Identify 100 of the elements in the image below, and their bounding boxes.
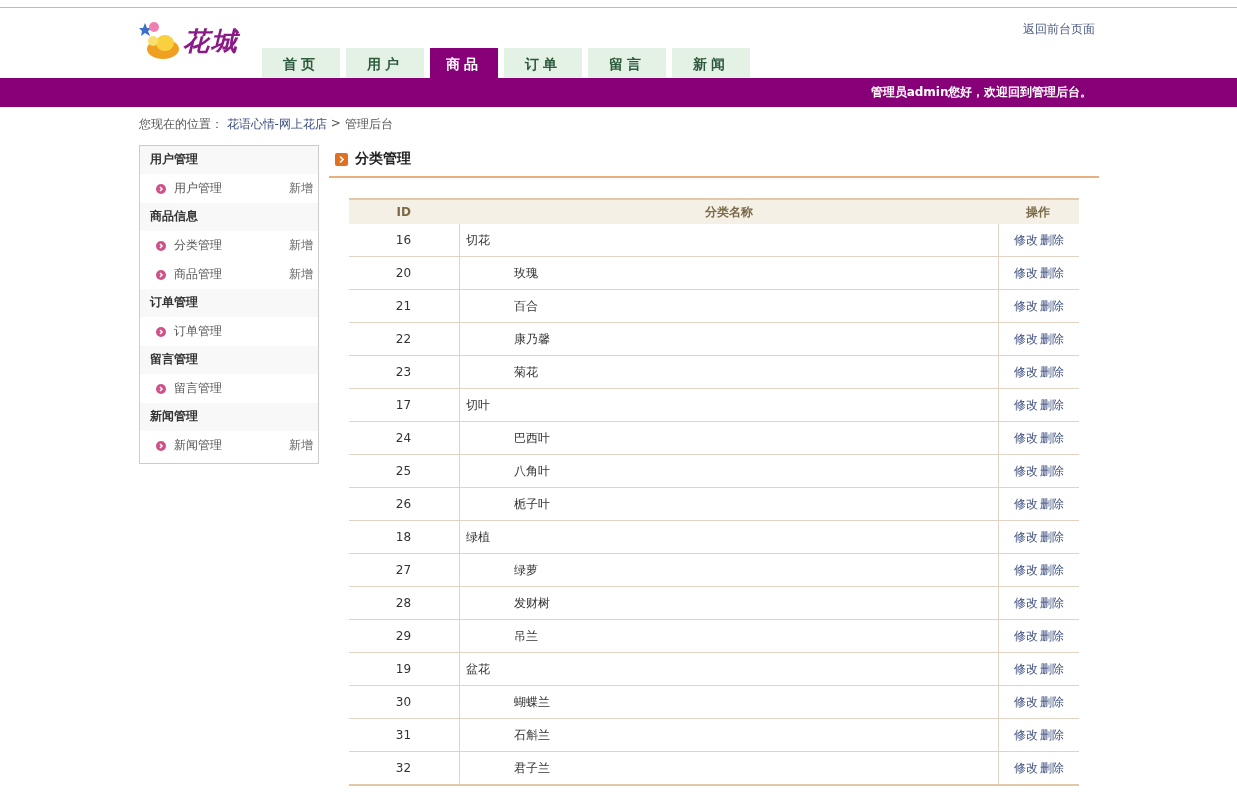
sidebar-item[interactable]: 新闻管理 bbox=[173, 437, 289, 454]
sidebar-item[interactable]: 商品管理 bbox=[173, 266, 289, 283]
table-cell: 16 bbox=[348, 224, 459, 257]
sidebar-heading: 新闻管理 bbox=[139, 403, 318, 431]
action-link[interactable]: 修改 bbox=[1013, 265, 1038, 280]
table-cell: 20 bbox=[348, 256, 459, 290]
nav-tab[interactable]: 留言 bbox=[587, 48, 666, 78]
sidebar-heading: 商品信息 bbox=[139, 203, 318, 231]
action-link[interactable]: 删除 bbox=[1039, 232, 1064, 247]
action-link[interactable]: 删除 bbox=[1039, 331, 1064, 346]
action-link[interactable]: 修改 bbox=[1013, 760, 1038, 775]
nav-tab[interactable]: 订单 bbox=[503, 48, 582, 78]
table-cell: 23 bbox=[348, 355, 459, 389]
nav-tab[interactable]: 商品 bbox=[429, 48, 498, 78]
table-cell: 绿植 bbox=[459, 520, 998, 554]
table-cell: 29 bbox=[348, 619, 459, 653]
action-link[interactable]: 修改 bbox=[1013, 463, 1038, 478]
table-cell: 绿萝 bbox=[459, 553, 998, 587]
table-cell: 切花 bbox=[459, 224, 998, 257]
nav-tab[interactable]: 首页 bbox=[261, 48, 340, 78]
action-link[interactable]: 修改 bbox=[1013, 397, 1038, 412]
section-title: 分类管理 bbox=[354, 150, 411, 168]
action-link[interactable]: 修改 bbox=[1013, 298, 1038, 313]
table-cell: 18 bbox=[348, 520, 459, 554]
table-cell: 17 bbox=[348, 388, 459, 422]
action-link[interactable]: 删除 bbox=[1039, 430, 1064, 445]
table-cell: 28 bbox=[348, 586, 459, 620]
table-cell: 君子兰 bbox=[459, 751, 998, 785]
table-cell: 八角叶 bbox=[459, 454, 998, 488]
table-cell: 菊花 bbox=[459, 355, 998, 389]
sidebar-heading: 留言管理 bbox=[139, 346, 318, 374]
breadcrumb-separator: > bbox=[330, 116, 341, 132]
action-link[interactable]: 修改 bbox=[1013, 661, 1038, 676]
bullet-icon bbox=[155, 240, 166, 251]
action-link[interactable]: 删除 bbox=[1039, 265, 1064, 280]
nav-tab[interactable]: 用户 bbox=[345, 48, 424, 78]
table-cell: 31 bbox=[348, 718, 459, 752]
action-link[interactable]: 删除 bbox=[1039, 595, 1064, 610]
bullet-icon bbox=[155, 326, 166, 337]
action-link[interactable]: 修改 bbox=[1013, 694, 1038, 709]
action-link[interactable]: 删除 bbox=[1039, 463, 1064, 478]
action-link[interactable]: 修改 bbox=[1013, 595, 1038, 610]
table-cell: 玫瑰 bbox=[459, 256, 998, 290]
table-cell: 盆花 bbox=[459, 652, 998, 686]
table-cell: 32 bbox=[348, 751, 459, 785]
sidebar-heading: 订单管理 bbox=[139, 289, 318, 317]
add-link[interactable]: 新增 bbox=[288, 266, 313, 283]
action-link[interactable]: 删除 bbox=[1039, 694, 1064, 709]
back-link[interactable]: 返回前台页面 bbox=[1022, 21, 1095, 38]
add-link[interactable]: 新增 bbox=[288, 437, 313, 454]
sidebar-item[interactable]: 留言管理 bbox=[173, 380, 313, 397]
action-link[interactable]: 删除 bbox=[1039, 496, 1064, 511]
action-link[interactable]: 修改 bbox=[1013, 562, 1038, 577]
table-cell: 切叶 bbox=[459, 388, 998, 422]
table-cell: 19 bbox=[348, 652, 459, 686]
table-cell: 巴西叶 bbox=[459, 421, 998, 455]
breadcrumb-label: 您现在的位置： bbox=[138, 116, 223, 133]
add-link[interactable]: 新增 bbox=[288, 180, 313, 197]
action-link[interactable]: 修改 bbox=[1013, 727, 1038, 742]
action-link[interactable]: 删除 bbox=[1039, 364, 1064, 379]
column-header: 分类名称 bbox=[459, 199, 998, 224]
action-link[interactable]: 删除 bbox=[1039, 529, 1064, 544]
action-link[interactable]: 修改 bbox=[1013, 496, 1038, 511]
bullet-icon bbox=[155, 183, 166, 194]
sidebar-item[interactable]: 用户管理 bbox=[173, 180, 289, 197]
breadcrumb-link[interactable]: 花语心情-网上花店 bbox=[226, 116, 327, 133]
sidebar-item[interactable]: 订单管理 bbox=[173, 323, 313, 340]
bullet-icon bbox=[155, 383, 166, 394]
logo-text: 花城 bbox=[182, 24, 239, 58]
action-link[interactable]: 删除 bbox=[1039, 727, 1064, 742]
action-link[interactable]: 删除 bbox=[1039, 760, 1064, 775]
table-cell: 康乃馨 bbox=[459, 322, 998, 356]
action-link[interactable]: 修改 bbox=[1013, 232, 1038, 247]
sidebar-item[interactable]: 分类管理 bbox=[173, 237, 289, 254]
table-cell: 栀子叶 bbox=[459, 487, 998, 521]
table-cell: 蝴蝶兰 bbox=[459, 685, 998, 719]
table-cell: 24 bbox=[348, 421, 459, 455]
action-link[interactable]: 修改 bbox=[1013, 628, 1038, 643]
bullet-icon bbox=[155, 269, 166, 280]
table-cell: 百合 bbox=[459, 289, 998, 323]
action-link[interactable]: 修改 bbox=[1013, 331, 1038, 346]
bullet-icon bbox=[155, 440, 166, 451]
action-link[interactable]: 修改 bbox=[1013, 430, 1038, 445]
table-cell: 27 bbox=[348, 553, 459, 587]
table-cell: 22 bbox=[348, 322, 459, 356]
action-link[interactable]: 修改 bbox=[1013, 364, 1038, 379]
column-header: ID bbox=[348, 199, 459, 224]
action-link[interactable]: 删除 bbox=[1039, 298, 1064, 313]
nav-tab[interactable]: 新闻 bbox=[671, 48, 750, 78]
sidebar-heading: 用户管理 bbox=[139, 146, 318, 174]
column-header: 操作 bbox=[998, 199, 1079, 224]
action-link[interactable]: 删除 bbox=[1039, 628, 1064, 643]
action-link[interactable]: 修改 bbox=[1013, 529, 1038, 544]
table-cell: 发财树 bbox=[459, 586, 998, 620]
add-link[interactable]: 新增 bbox=[288, 237, 313, 254]
table-cell: 吊兰 bbox=[459, 619, 998, 653]
action-link[interactable]: 删除 bbox=[1039, 397, 1064, 412]
action-link[interactable]: 删除 bbox=[1039, 661, 1064, 676]
table-cell: 30 bbox=[348, 685, 459, 719]
action-link[interactable]: 删除 bbox=[1039, 562, 1064, 577]
